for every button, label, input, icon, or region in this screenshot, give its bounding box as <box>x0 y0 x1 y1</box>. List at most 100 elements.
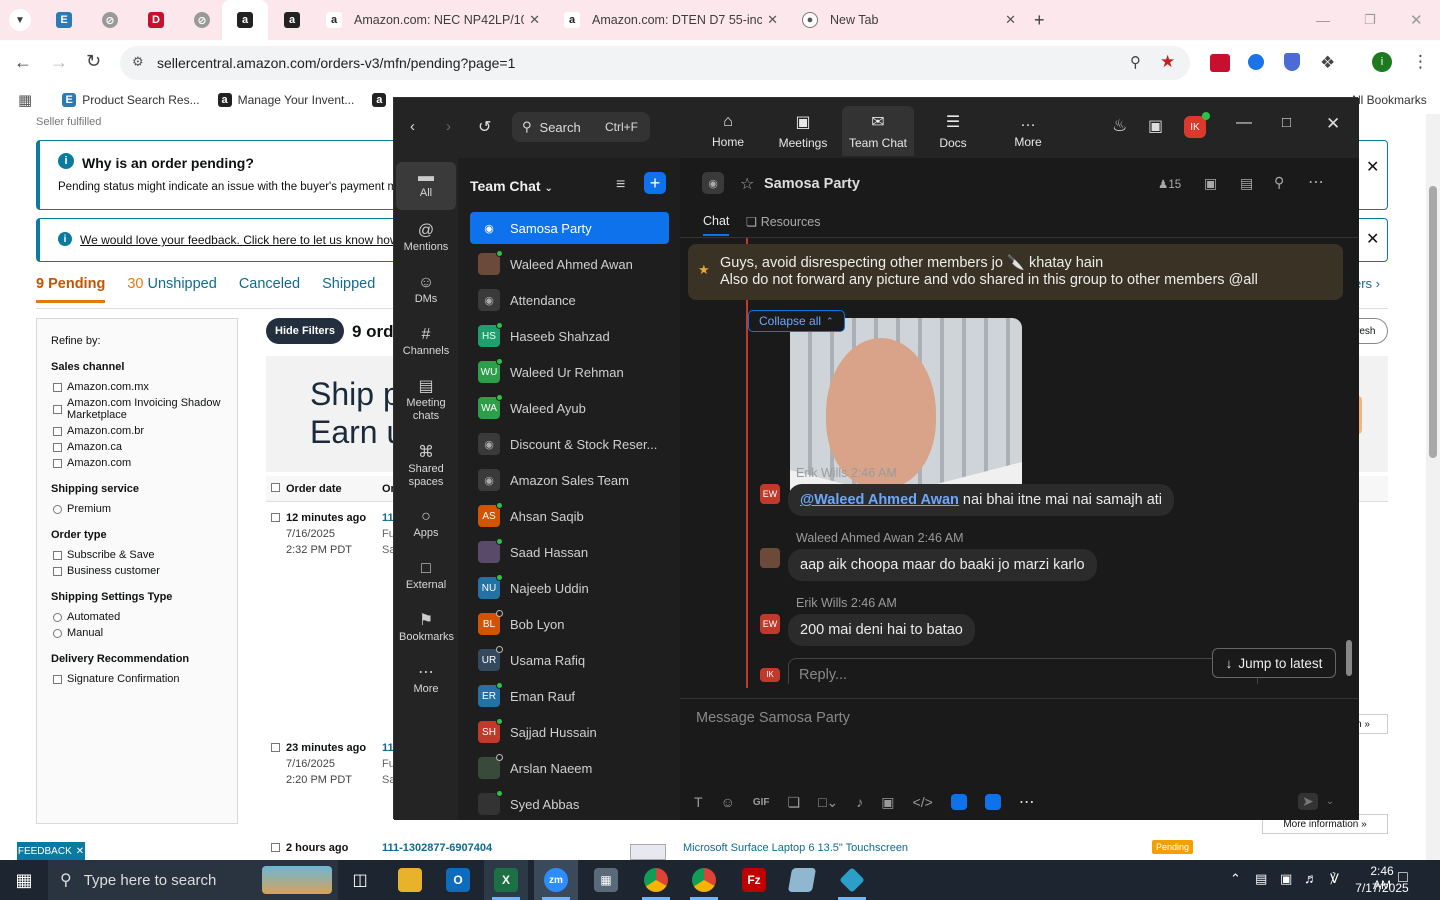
filter-checkbox[interactable] <box>53 674 62 684</box>
feedback-link[interactable]: We would love your feedback. Click here … <box>80 233 411 247</box>
tab-pending[interactable]: 9 Pending <box>36 276 106 303</box>
tab-search-button[interactable]: ▼ <box>8 0 32 40</box>
notes-app[interactable] <box>780 860 824 900</box>
order-id-link[interactable]: 11 <box>382 742 394 754</box>
scrollbar-thumb[interactable] <box>1429 186 1437 458</box>
channel-item[interactable]: HS Haseeb Shahzad <box>470 320 669 352</box>
filter-option[interactable]: Business customer <box>53 565 237 577</box>
star-icon[interactable]: ☆ <box>740 174 754 194</box>
extension-pdf-icon[interactable] <box>1210 54 1230 72</box>
jump-to-latest-button[interactable]: ↓ Jump to latest <box>1212 648 1336 678</box>
page-scrollbar[interactable] <box>1426 114 1440 860</box>
zoom-magnifier-icon[interactable]: ⚲ <box>1130 53 1141 71</box>
app-diamond[interactable] <box>830 860 874 900</box>
start-button[interactable]: ▦ <box>2 860 46 900</box>
row-checkbox[interactable] <box>271 843 280 852</box>
bookmark-manage-inventory[interactable]: a Manage Your Invent... <box>217 93 354 107</box>
reload-icon[interactable]: ↻ <box>86 51 101 72</box>
reply-input[interactable]: Reply... <box>788 658 1258 684</box>
new-chat-button[interactable]: + <box>644 172 666 194</box>
taskbar-search[interactable]: ⚲ Type here to search <box>48 860 338 900</box>
rail-item-all[interactable]: ▬ All <box>396 162 456 210</box>
tab-canceled[interactable]: Canceled <box>239 276 300 303</box>
channel-item[interactable]: UR Usama Rafiq <box>470 644 669 676</box>
monitor-icon[interactable]: ▣ <box>1280 871 1292 887</box>
channel-item[interactable]: NU Najeeb Uddin <box>470 572 669 604</box>
rail-item-external[interactable]: □ External <box>396 554 456 600</box>
rail-item-meeting-chats[interactable]: ▤ Meeting chats <box>396 372 456 423</box>
nav-docs[interactable]: ☰ Docs <box>917 106 989 156</box>
calculator-app[interactable]: ▦ <box>584 860 628 900</box>
app-icon[interactable] <box>950 794 967 810</box>
scrollbar-thumb[interactable] <box>1346 640 1352 676</box>
address-bar[interactable]: ⚙ sellercentral.amazon.com/orders-v3/mfn… <box>120 46 1190 80</box>
history-icon[interactable]: ↺ <box>478 117 491 137</box>
user-avatar[interactable]: IK <box>1184 112 1210 138</box>
volume-icon[interactable]: ♬ <box>1304 870 1318 886</box>
bookmark-star-icon[interactable]: ★ <box>1160 52 1175 72</box>
filezilla-app[interactable]: Fz <box>732 860 776 900</box>
pinned-message-banner[interactable]: ★ Guys, avoid disrespecting other member… <box>688 244 1343 300</box>
filter-option[interactable]: Subscribe & Save <box>53 549 237 561</box>
order-id-link[interactable]: 111-1302877-6907404 <box>382 842 492 854</box>
filter-option[interactable]: Manual <box>53 627 237 639</box>
gift-icon[interactable]: ▣ <box>1148 116 1163 136</box>
pinned-tab-6[interactable]: a <box>276 0 308 40</box>
app-icon[interactable] <box>984 794 1001 810</box>
extension-icon[interactable] <box>1248 54 1264 70</box>
pinned-tab-1[interactable]: E <box>48 0 80 40</box>
avatar[interactable]: EW <box>760 614 780 634</box>
mention-link[interactable]: @Waleed Ahmed Awan <box>800 492 959 508</box>
keyboard-icon[interactable]: ℣ <box>1330 871 1339 887</box>
chrome-app[interactable] <box>634 860 678 900</box>
bookmark-product-search[interactable]: E Product Search Res... <box>62 93 200 107</box>
channel-item[interactable]: ◉ Samosa Party <box>470 212 669 244</box>
format-text-icon[interactable]: T <box>694 794 703 810</box>
chat-scrollbar[interactable] <box>1346 238 1352 682</box>
close-icon[interactable]: ✕ <box>767 12 778 28</box>
filter-option[interactable]: Automated <box>53 611 237 623</box>
back-arrow-icon[interactable]: ← <box>14 52 32 73</box>
order-id-link[interactable]: 11 <box>382 512 394 524</box>
team-chat-header[interactable]: Team Chat ⌄ <box>470 178 553 194</box>
screenshot-icon[interactable]: □⌄ <box>818 794 838 811</box>
excel-app[interactable]: X <box>484 860 528 900</box>
more-info-link[interactable]: n » <box>1356 714 1388 734</box>
message-composer-input[interactable]: Message Samosa Party <box>696 710 850 726</box>
channel-item[interactable]: SH Sajjad Hussain <box>470 716 669 748</box>
close-icon[interactable]: ✕ <box>529 12 540 28</box>
send-button[interactable]: ➤ ⌄ <box>1298 790 1346 812</box>
minimize-button[interactable]: — <box>1236 114 1252 132</box>
bell-icon[interactable]: ♨ <box>1112 116 1127 136</box>
channel-item[interactable]: Syed Abbas <box>470 788 669 820</box>
site-info-icon[interactable]: ⚙ <box>132 54 144 70</box>
filter-option[interactable]: Amazon.com.mx <box>53 381 237 393</box>
close-icon[interactable]: ✕ <box>1005 12 1016 28</box>
filter-checkbox[interactable] <box>53 426 62 436</box>
members-count[interactable]: ♟15 <box>1158 177 1181 191</box>
notifications-icon[interactable]: □ <box>1398 869 1408 887</box>
new-tab-button[interactable]: + <box>1034 0 1054 40</box>
pinned-tab-2[interactable]: ⊘ <box>94 0 126 40</box>
pinned-tab-3[interactable]: D <box>140 0 172 40</box>
channel-item[interactable]: ◉ Attendance <box>470 284 669 316</box>
message-bubble[interactable]: 200 mai deni hai to batao <box>788 614 975 646</box>
tab-resources[interactable]: ❏ Resources <box>746 214 820 229</box>
rail-item-shared-spaces[interactable]: ⌘ Shared spaces <box>396 438 456 489</box>
channel-item[interactable]: ◉ Discount & Stock Reser... <box>470 428 669 460</box>
filter-icon[interactable]: ≡ <box>616 176 625 194</box>
close-icon[interactable]: ✕ <box>1366 157 1379 177</box>
channel-item[interactable]: Arslan Naeem <box>470 752 669 784</box>
filter-checkbox[interactable] <box>53 566 62 576</box>
rail-item-more[interactable]: ⋯ More <box>396 658 456 704</box>
filter-checkbox[interactable] <box>53 458 62 468</box>
tab-amazon-nec[interactable]: a Amazon.com: NEC NP42LP/100 ✕ <box>318 0 548 40</box>
collapse-all-button[interactable]: Collapse all ⌃ <box>748 310 845 332</box>
extensions-puzzle-icon[interactable]: ❖ <box>1320 53 1335 73</box>
emoji-icon[interactable]: ☺ <box>721 794 735 810</box>
video-icon[interactable]: ▣ <box>1204 175 1217 192</box>
nav-team-chat[interactable]: ✉ Team Chat <box>842 106 914 156</box>
feedback-badge[interactable]: FEEDBACK ✕ <box>17 842 85 860</box>
channel-item[interactable]: AS Ahsan Saqib <box>470 500 669 532</box>
back-arrow-icon[interactable]: ‹ <box>410 118 415 135</box>
